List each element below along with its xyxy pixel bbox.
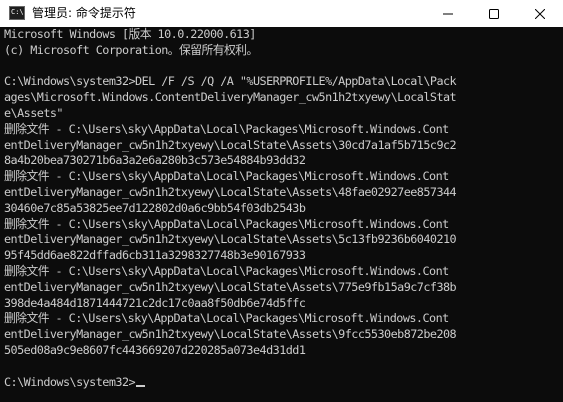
console-line: C:\Windows\system32>DEL /F /S /Q /A "%US…	[4, 74, 457, 89]
console-line: entDeliveryManager_cw5n1h2txyewy\LocalSt…	[4, 279, 457, 294]
prompt-line[interactable]: C:\Windows\system32>	[4, 375, 559, 391]
console-line: 398de4a484d1871444721c2dc17c0aa8f50db6e7…	[4, 295, 306, 310]
close-button[interactable]	[517, 0, 563, 27]
console-line: 删除文件 - C:\Users\sky\AppData\Local\Packag…	[4, 263, 449, 278]
cmd-icon: C:\	[9, 6, 25, 20]
console-line: 95f45dd6ae822dffad6cb311a3298327748b3e90…	[4, 248, 306, 263]
console-line: e\Assets"	[4, 105, 64, 120]
console-line: 505ed08a9c9e8607fc443669207d220285a073e4…	[4, 342, 306, 357]
console-line: (c) Microsoft Corporation。保留所有权利。	[4, 42, 258, 57]
maximize-icon	[489, 8, 499, 19]
console-line: entDeliveryManager_cw5n1h2txyewy\LocalSt…	[4, 327, 457, 342]
console-line: entDeliveryManager_cw5n1h2txyewy\LocalSt…	[4, 137, 457, 152]
command-prompt-window: C:\ 管理员: 命令提示符 Microsoft Windows [版本 10.…	[0, 0, 563, 402]
console-line: entDeliveryManager_cw5n1h2txyewy\LocalSt…	[4, 184, 457, 199]
scrollbar[interactable]	[559, 27, 563, 402]
window-title: 管理员: 命令提示符	[32, 6, 136, 20]
title-bar[interactable]: C:\ 管理员: 命令提示符	[0, 0, 563, 27]
console-line: 删除文件 - C:\Users\sky\AppData\Local\Packag…	[4, 121, 449, 136]
console-line: Microsoft Windows [版本 10.0.22000.613]	[4, 27, 256, 41]
text-cursor	[136, 384, 146, 387]
minimize-icon	[443, 13, 453, 14]
console-line: entDeliveryManager_cw5n1h2txyewy\LocalSt…	[4, 232, 457, 247]
console-line: 删除文件 - C:\Users\sky\AppData\Local\Packag…	[4, 311, 449, 326]
console-output[interactable]: Microsoft Windows [版本 10.0.22000.613] (c…	[4, 27, 559, 402]
close-icon	[535, 8, 545, 19]
maximize-button[interactable]	[471, 0, 517, 27]
console-line: ages\Microsoft.Windows.ContentDeliveryMa…	[4, 90, 457, 105]
minimize-button[interactable]	[425, 0, 471, 27]
console-line: 删除文件 - C:\Users\sky\AppData\Local\Packag…	[4, 216, 449, 231]
console-line: 8a4b20bea730271b6a3a2e6a280b3c573e54884b…	[4, 153, 306, 168]
prompt-text: C:\Windows\system32>	[4, 374, 136, 389]
console-line: 30460e7c85a53825ee7d122802d0a6c9bb54f03d…	[4, 200, 306, 215]
console-line: 删除文件 - C:\Users\sky\AppData\Local\Packag…	[4, 169, 449, 184]
